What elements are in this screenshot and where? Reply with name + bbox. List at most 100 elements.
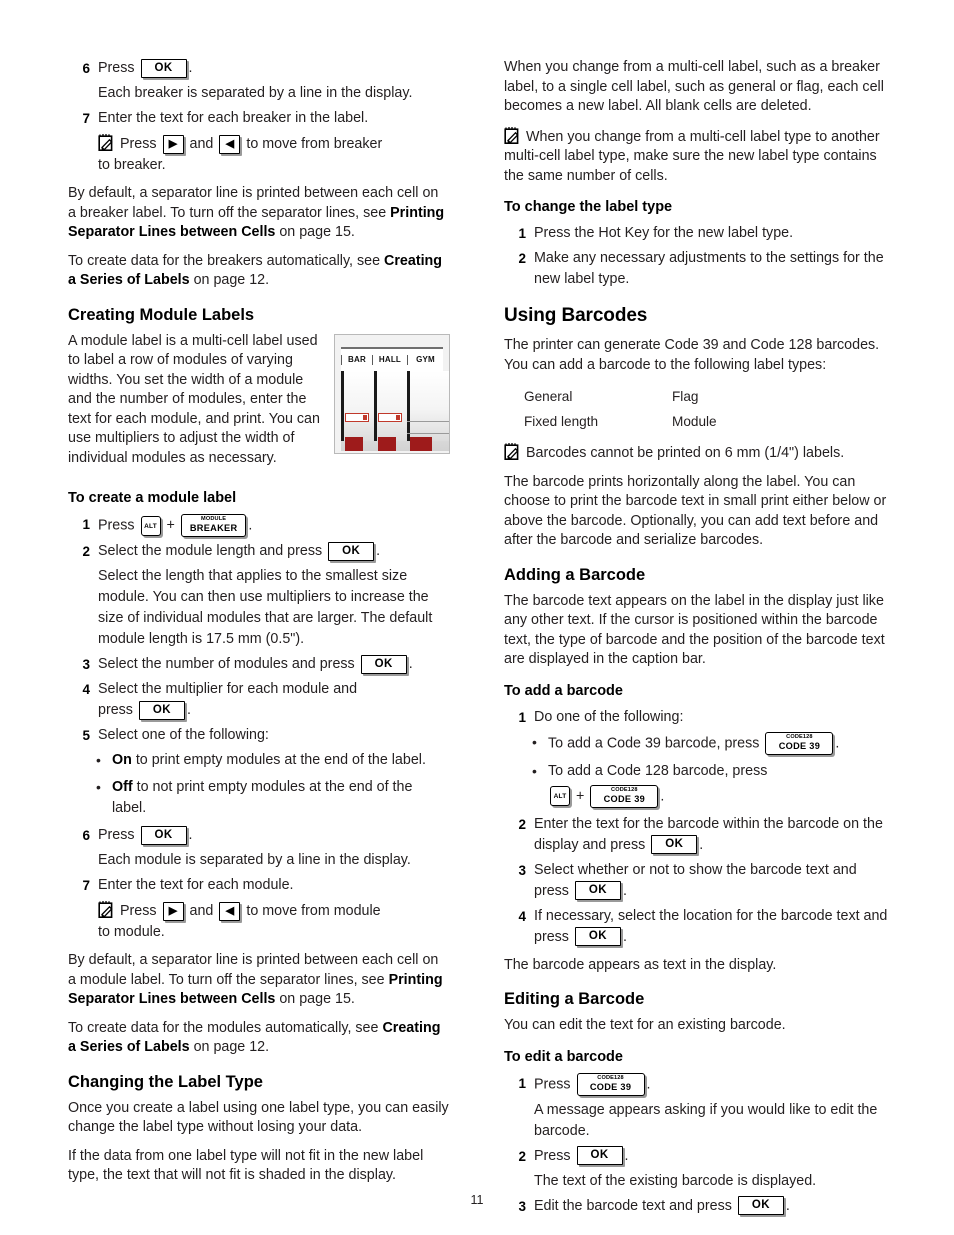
right-arrow-key[interactable]: ▶ [162,134,184,154]
alt-key[interactable]: ALT [140,515,161,536]
note-tail-label: to move from module [246,903,381,919]
step-number: 3 [518,862,526,878]
step-text: Select the multiplier for each module an… [98,679,450,721]
step-text: Enter the text for each module. [98,877,294,893]
note-pad-icon [98,900,115,919]
key-bottom-label: CODE 39 [778,740,821,751]
step-period: . [376,543,381,559]
code39-key[interactable]: CODE128 CODE 39 [765,731,834,755]
right-arrow-key[interactable]: ▶ [162,901,184,921]
module-label-photo: BAR HALL GYM [334,333,450,454]
step-item: 1 Press ALT + MODULE BREAKER. [68,514,450,537]
multicell-note: When you change from a multi-cell label … [504,126,894,187]
barcode-appears-paragraph: The barcode appears as text in the displ… [504,956,777,973]
photo-module [341,370,376,441]
step-number: 7 [82,878,90,893]
step-second-line: press OK. [98,700,450,721]
bullet-dot: • [96,752,101,768]
left-column: 6 Press OK. Each breaker is separated by… [68,58,450,1195]
left-arrow-key[interactable]: ◀ [219,901,241,921]
label-type-cell: Flag [672,389,699,404]
ok-key[interactable]: OK [328,541,375,561]
photo-module [374,370,409,441]
bullet-bold-term: Off [112,779,133,795]
change-label-type-steps: 1 Press the Hot Key for the new label ty… [504,223,894,290]
note-press-label: Press [120,903,157,919]
step-number: 3 [82,657,90,672]
label-type-cell: Fixed length [524,414,599,429]
code39-key[interactable]: CODE128 CODE 39 [590,784,659,808]
key-top-label: CODE128 [611,786,638,793]
barcode-note-text: Barcodes cannot be printed on 6 mm (1/4"… [526,445,845,461]
photo-red-strip [410,436,432,451]
ok-key[interactable]: OK [576,1146,623,1166]
step-label: Press [98,517,135,534]
key-top-label: CODE128 [597,1074,624,1081]
procedure-add-barcode: To add a barcode [504,682,623,699]
step-number: 1 [518,226,526,241]
ok-key[interactable]: OK [574,927,621,947]
step-number: 4 [82,682,90,697]
heading-using-barcodes: Using Barcodes [504,305,648,326]
step-text: Press OK. [98,58,450,79]
step-text: Make any necessary adjustments to the se… [534,250,884,287]
plus-sign: + [166,517,175,534]
key-top-label: CODE128 [786,733,813,740]
ok-key[interactable]: OK [574,881,621,901]
step-continuation: A message appears asking if you would li… [534,1101,878,1139]
step-continuation: Each module is separated by a line in th… [98,852,411,868]
step-continuation: Each breaker is separated by a line in t… [98,85,413,101]
adding-barcode-paragraph: The barcode text appears on the label in… [504,592,885,668]
heading-editing-barcode: Editing a Barcode [504,990,645,1008]
step-item: 2 Select the module length and press OK. [68,541,450,562]
ok-key[interactable]: OK [651,835,698,855]
step-item: 7 Enter the text for each module. [68,875,450,896]
alt-key[interactable]: ALT [550,786,570,806]
step-item: 3 Select the number of modules and press… [68,654,450,675]
procedure-change-label-type: To change the label type [504,199,673,215]
step-item: 1 Press the Hot Key for the new label ty… [504,223,894,244]
photo-module [407,370,449,441]
procedure-edit-barcode: To edit a barcode [504,1048,623,1065]
step-period: . [186,702,191,718]
step-text: Press the Hot Key for the new label type… [534,225,794,241]
separator-paragraph-2: By default, a separator line is printed … [68,951,450,1010]
step-text: Enter the text for the barcode within th… [534,814,894,856]
step-text: Press ALT + MODULE BREAKER. [98,514,450,537]
plus-sign: + [575,787,585,804]
ok-key[interactable]: OK [140,58,187,78]
module-breaker-key[interactable]: MODULE BREAKER [180,514,247,537]
photo-red-strip [345,436,363,451]
step-item: 2 Press OK. [504,1146,894,1167]
step-item: 5 Select one of the following: [68,725,450,746]
procedure-create-module-label: To create a module label [68,490,237,506]
step-text: Select the number of modules and press O… [98,654,450,675]
step-text: Select the module length and press OK. [98,541,450,562]
ok-key[interactable]: OK [140,825,187,845]
left-arrow-key[interactable]: ◀ [219,134,241,154]
ok-key[interactable]: OK [360,654,407,674]
bullet-period: . [660,787,665,804]
module-steps-list: 1 Press ALT + MODULE BREAKER. 2 Select th… [68,514,450,943]
code39-key[interactable]: CODE128 CODE 39 [576,1072,645,1096]
ok-key[interactable]: OK [138,700,185,720]
step-item: 4 Select the multiplier for each module … [68,679,450,721]
changing-paragraph-1: Once you create a label using one label … [68,1099,449,1136]
barcode-size-note: Barcodes cannot be printed on 6 mm (1/4"… [504,442,894,464]
step-text: Press CODE128 CODE 39. [534,1072,894,1096]
label-type-cell: Module [672,414,717,429]
multicell-note-text: When you change from a multi-cell label … [504,128,880,184]
heading-creating-module-labels: Creating Module Labels [68,305,255,324]
barcodes-intro-paragraph: The printer can generate Code 39 and Cod… [504,337,880,373]
series2-text-a: To create data for the modules automatic… [68,1019,383,1036]
heading-changing-label-type: Changing the Label Type [68,1072,263,1091]
bullet-label: To add a Code 128 barcode, press [548,762,768,779]
sep2-text-c: on page 15. [275,991,355,1007]
series-text-a: To create data for the breakers automati… [68,252,385,269]
note-pad-icon [98,133,115,152]
bullet-rest: to print empty modules at the end of the… [131,752,426,768]
step-label: Select the module length and press [98,543,323,559]
step-bullet-list: • On to print empty modules at the end o… [96,750,450,819]
note-tail-label: to move from breaker [246,136,383,152]
step-label: Press [534,1075,571,1092]
